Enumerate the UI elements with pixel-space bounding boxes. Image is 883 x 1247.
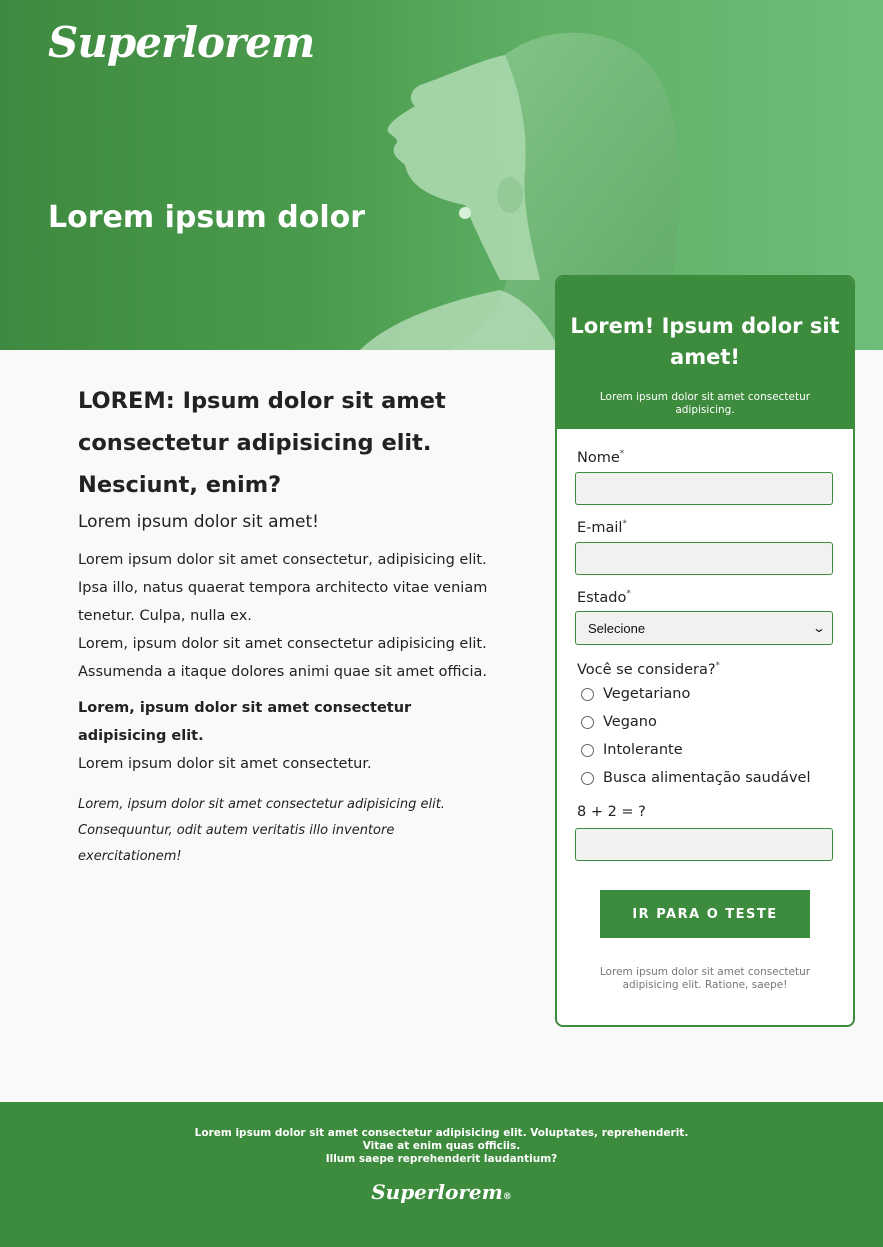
radio-button[interactable]	[581, 771, 594, 785]
footer-text: Lorem ipsum dolor sit amet consectetur a…	[194, 1127, 689, 1165]
content-heading: LOREM: Ipsum dolor sit amet consectetur …	[78, 388, 446, 498]
estado-select[interactable]: Selecione ⌄	[575, 611, 833, 646]
radio-button[interactable]	[581, 687, 594, 701]
nome-input[interactable]	[575, 471, 833, 505]
radio-button[interactable]	[581, 715, 594, 729]
diet-radio-group: Vegetariano Vegano Intolerante Busca ali…	[577, 680, 833, 792]
page-footer: Lorem ipsum dolor sit amet consectetur a…	[0, 1102, 883, 1247]
signup-form-card: Lorem! Ipsum dolor sit amet! Lorem ipsum…	[555, 275, 855, 1027]
submit-button[interactable]: IR PARA O TESTE	[600, 890, 810, 939]
brand-logo[interactable]: Superlorem	[48, 18, 315, 67]
captcha-label: 8 + 2 = ?	[577, 804, 646, 821]
estado-selected-value: Selecione	[588, 620, 646, 636]
form-footnote: Lorem ipsum dolor sit amet consectetur a…	[599, 966, 811, 992]
content-italic-text: Lorem, ipsum dolor sit amet consectetur …	[78, 797, 445, 864]
content-bold-text: Lorem, ipsum dolor sit amet consectetur …	[78, 700, 412, 744]
radio-button[interactable]	[581, 743, 594, 757]
email-label: E-mail*	[577, 518, 627, 536]
radio-option-vegetariano[interactable]: Vegetariano	[577, 680, 833, 708]
content-paragraph-3: Lorem ipsum dolor sit amet consectetur.	[78, 756, 372, 772]
considera-label: Você se considera?*	[577, 661, 721, 679]
radio-option-alimentacao-saudavel[interactable]: Busca alimentação saudável	[577, 764, 833, 792]
content-paragraph-2: Lorem, ipsum dolor sit amet consectetur …	[78, 636, 488, 680]
main-content: LOREM: Ipsum dolor sit amet consectetur …	[78, 380, 488, 870]
form-subtitle: Lorem ipsum dolor sit amet consectetur a…	[599, 391, 811, 416]
nome-label: Nome*	[577, 449, 625, 466]
form-header: Lorem! Ipsum dolor sit amet! Lorem ipsum…	[557, 277, 853, 429]
hero-title: Lorem ipsum dolor	[48, 200, 366, 235]
radio-option-intolerante[interactable]: Intolerante	[577, 736, 833, 764]
content-subheading: Lorem ipsum dolor sit amet!	[78, 512, 319, 532]
chevron-down-icon: ⌄	[811, 621, 827, 636]
signup-form: Nome* E-mail* Estado* Selecione ⌄ Você s…	[557, 449, 853, 939]
estado-label: Estado*	[577, 588, 631, 606]
footer-logo[interactable]: Superlorem®	[0, 1180, 883, 1204]
radio-option-vegano[interactable]: Vegano	[577, 708, 833, 736]
email-input[interactable]	[575, 541, 833, 575]
form-title: Lorem! Ipsum dolor sit amet!	[570, 314, 840, 369]
captcha-input[interactable]	[575, 828, 833, 862]
content-paragraph-1: Lorem ipsum dolor sit amet consectetur, …	[78, 552, 488, 624]
